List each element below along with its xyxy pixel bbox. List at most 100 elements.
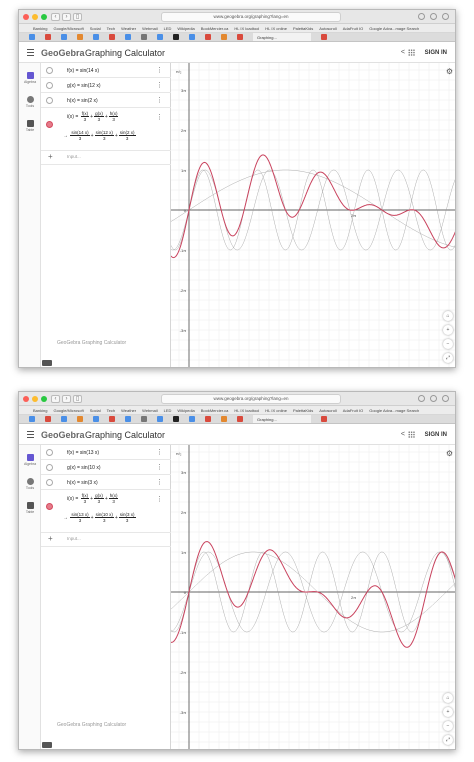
visibility-toggle[interactable] (46, 82, 53, 89)
list-item[interactable]: h(x) = sin(2 x) ⋮ (41, 93, 171, 108)
bookmark-item[interactable]: Google/Microsoft (53, 408, 83, 413)
menu-icon[interactable] (27, 49, 34, 56)
bookmark-item[interactable]: Social (90, 408, 101, 413)
url-bar[interactable]: www.geogebra.org/graphing?lang=en (161, 12, 341, 22)
graph-canvas[interactable]: 3π2π1π0-1π-2π-3ππ/₂2π (171, 445, 456, 750)
list-item[interactable]: h(x) = sin(3 x) ⋮ (41, 475, 171, 490)
favicon-icon[interactable] (321, 416, 327, 422)
bookmark-item[interactable]: PalettaKids (293, 408, 313, 413)
visibility-toggle[interactable] (46, 503, 53, 510)
visibility-toggle[interactable] (46, 67, 53, 74)
fullscreen-icon[interactable]: ⤢ (443, 735, 453, 745)
bookmark-item[interactable]: LED (164, 408, 172, 413)
menu-icon[interactable] (27, 431, 34, 438)
favicon-icon[interactable] (125, 416, 131, 422)
visibility-toggle[interactable] (46, 464, 53, 471)
visibility-toggle[interactable] (46, 97, 53, 104)
favicon-icon[interactable] (109, 416, 115, 422)
input-bar[interactable]: + Input... (41, 151, 171, 165)
bookmark-item[interactable]: AdaFruit IO (343, 408, 363, 413)
sidebar-item-table[interactable]: Table (19, 502, 41, 514)
favicon-icon[interactable] (205, 416, 211, 422)
bookmark-item[interactable]: HL IX online (265, 26, 287, 31)
function-expression[interactable]: g(x) = sin(12 x) (67, 83, 100, 89)
new-tab-icon[interactable] (442, 395, 449, 402)
sidebar-toggle-icon[interactable]: ▯ (73, 395, 82, 403)
more-options-icon[interactable]: ⋮ (156, 449, 163, 456)
sidebar-item-table[interactable]: Table (19, 120, 41, 132)
favicon-icon[interactable] (237, 34, 243, 40)
plus-icon[interactable]: + (48, 534, 53, 543)
close-window-icon[interactable] (23, 14, 29, 20)
favicon-icon[interactable] (93, 34, 99, 40)
function-expression[interactable]: i(x) = f(x) 3 + g(x) 3 + h(x) 3 (67, 111, 119, 122)
more-options-icon[interactable]: ⋮ (156, 67, 163, 74)
bookmark-item[interactable]: Autoscroll (319, 26, 337, 31)
bookmark-item[interactable]: Tech (107, 408, 115, 413)
sign-in-button[interactable]: SIGN IN (425, 432, 447, 438)
bookmark-item[interactable]: BookMercier.ca (201, 408, 229, 413)
list-item[interactable]: f(x) = sin(14 x) ⋮ (41, 63, 171, 78)
url-bar[interactable]: www.geogebra.org/graphing?lang=en (161, 394, 341, 404)
bookmark-item[interactable]: Tech (107, 26, 115, 31)
function-expression[interactable]: f(x) = sin(13 x) (67, 450, 99, 456)
forward-icon[interactable]: › (62, 395, 71, 403)
favicon-icon[interactable] (45, 416, 51, 422)
function-expression[interactable]: i(x) = f(x) 3 + g(x) 3 + h(x) 3 (67, 493, 119, 504)
favicon-icon[interactable] (29, 34, 35, 40)
favicon-icon[interactable] (45, 34, 51, 40)
active-tab[interactable]: Graphing... (253, 415, 311, 423)
back-icon[interactable]: ‹ (51, 395, 60, 403)
favicon-icon[interactable] (141, 416, 147, 422)
more-options-icon[interactable]: ⋮ (156, 82, 163, 89)
apps-grid-icon[interactable] (408, 49, 415, 56)
bookmark-item[interactable]: Google Adva...mage Search (369, 408, 419, 413)
download-icon[interactable] (418, 395, 425, 402)
graph-canvas[interactable]: 3π2π1π0-1π-2π-3ππ/₂2π (171, 63, 456, 368)
forward-icon[interactable]: › (62, 13, 71, 21)
more-options-icon[interactable]: ⋮ (156, 496, 163, 503)
sidebar-item-tools[interactable]: Tools (19, 96, 41, 108)
bookmark-item[interactable]: Weather (121, 408, 136, 413)
keyboard-icon[interactable] (42, 360, 52, 366)
input-placeholder[interactable]: Input... (67, 154, 81, 159)
graphics-view[interactable]: 3π 2π 1π 0 -1π -2π -3π π/₂ 2π ⚙ ⌂ + − ⤢ (171, 63, 456, 368)
bookmark-item[interactable]: Webmail (142, 26, 158, 31)
function-expression[interactable]: h(x) = sin(2 x) (67, 98, 98, 104)
home-icon[interactable]: ⌂ (443, 311, 453, 321)
bookmark-item[interactable]: Wikipedia (177, 408, 194, 413)
settings-gear-icon[interactable]: ⚙ (446, 67, 453, 76)
apps-grid-icon[interactable] (408, 431, 415, 438)
favicon-icon[interactable] (221, 34, 227, 40)
bookmark-item[interactable]: Wikipedia (177, 26, 194, 31)
list-item[interactable]: i(x) = f(x) 3 + g(x) 3 + h(x) 3 → sin(13 x) 3 + si… (41, 490, 171, 533)
home-icon[interactable]: ⌂ (443, 693, 453, 703)
zoom-window-icon[interactable] (41, 396, 47, 402)
fullscreen-icon[interactable]: ⤢ (443, 353, 453, 363)
favicon-icon[interactable] (237, 416, 243, 422)
sign-in-button[interactable]: SIGN IN (425, 50, 447, 56)
minimize-window-icon[interactable] (32, 14, 38, 20)
zoom-out-icon[interactable]: − (443, 339, 453, 349)
zoom-out-icon[interactable]: − (443, 721, 453, 731)
close-window-icon[interactable] (23, 396, 29, 402)
function-expression[interactable]: h(x) = sin(3 x) (67, 480, 98, 486)
favicon-icon[interactable] (189, 416, 195, 422)
bookmark-item[interactable]: HL IX online (265, 408, 287, 413)
function-expression[interactable]: g(x) = sin(10 x) (67, 465, 100, 471)
sidebar-toggle-icon[interactable]: ▯ (73, 13, 82, 21)
list-item[interactable]: g(x) = sin(12 x) ⋮ (41, 78, 171, 93)
favicon-icon[interactable] (221, 416, 227, 422)
bookmark-item[interactable]: HL IX loadtool (234, 408, 259, 413)
visibility-toggle[interactable] (46, 449, 53, 456)
input-bar[interactable]: + Input... (41, 533, 171, 547)
input-placeholder[interactable]: Input... (67, 536, 81, 541)
zoom-in-icon[interactable]: + (443, 707, 453, 717)
bookmark-item[interactable]: Webmail (142, 408, 158, 413)
favicon-icon[interactable] (93, 416, 99, 422)
favicon-icon[interactable] (173, 34, 179, 40)
settings-gear-icon[interactable]: ⚙ (446, 449, 453, 458)
more-options-icon[interactable]: ⋮ (156, 97, 163, 104)
share-icon[interactable]: < (401, 49, 405, 56)
bookmark-item[interactable]: HL IX loadtool (234, 26, 259, 31)
